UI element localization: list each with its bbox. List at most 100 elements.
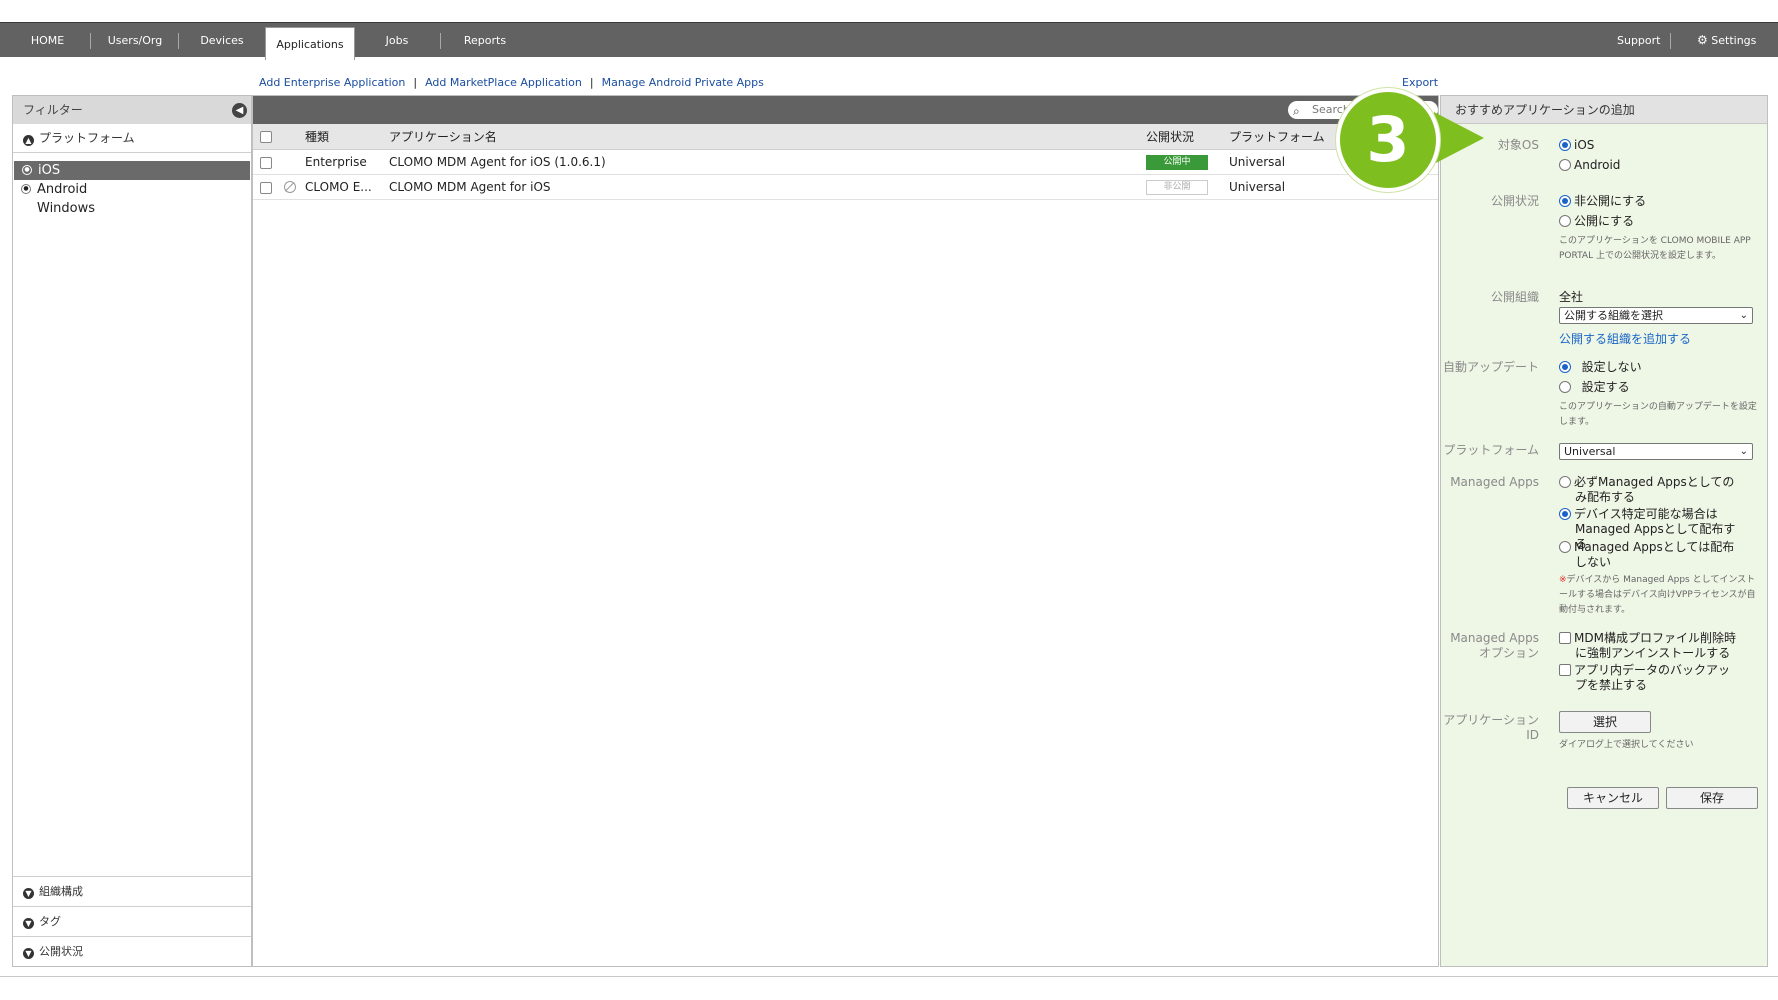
option-label: 設定する: [1581, 380, 1630, 394]
search-icon: ⌕: [1293, 104, 1300, 118]
managed-apps-label: Managed Apps: [1450, 475, 1539, 489]
app-id-label: アプリケーション ID: [1441, 713, 1539, 743]
cell-type: Enterprise: [305, 155, 367, 169]
filter-title: フィルター: [23, 103, 83, 117]
chevron-down-icon: ▼: [23, 888, 34, 899]
radio-not-managed[interactable]: Managed Appsとしては配布しない: [1559, 540, 1739, 570]
radio-button[interactable]: [1559, 195, 1571, 207]
radio-publish[interactable]: 公開にする: [1559, 214, 1634, 229]
platform-label: Android: [37, 182, 88, 197]
option-label: Managed Appsとしては配布しない: [1574, 540, 1735, 569]
label-line: ID: [1526, 728, 1539, 742]
managed-apps-option-label: Managed Apps オプション: [1441, 631, 1539, 661]
tab-applications[interactable]: Applications: [265, 27, 355, 60]
column-type[interactable]: 種類: [305, 124, 329, 150]
cell-type: CLOMO E...: [305, 180, 372, 194]
radio-button[interactable]: [1559, 541, 1571, 553]
option-label: 非公開にする: [1574, 194, 1647, 208]
chevron-down-icon: ▼: [23, 918, 34, 929]
column-app-name[interactable]: アプリケーション名: [389, 124, 497, 150]
table-row[interactable]: Enterprise CLOMO MDM Agent for iOS (1.0.…: [253, 150, 1438, 175]
select-value: 公開する組織を選択: [1564, 309, 1663, 322]
save-button[interactable]: 保存: [1666, 787, 1758, 809]
managed-apps-note: ※デバイスから Managed Apps としてインストールする場合はデバイス向…: [1559, 573, 1759, 618]
add-enterprise-application-link[interactable]: Add Enterprise Application: [259, 76, 405, 89]
radio-button[interactable]: [1559, 159, 1571, 171]
platform-item-ios[interactable]: ● iOS: [14, 161, 250, 180]
publish-section-header[interactable]: ▼ 公開状況: [13, 936, 251, 966]
checkbox-disable-backup[interactable]: アプリ内データのバックアップを禁止する: [1559, 663, 1739, 693]
radio-unpublish[interactable]: 非公開にする: [1559, 194, 1646, 209]
tab-home[interactable]: HOME: [10, 23, 85, 58]
table-row[interactable]: CLOMO E... CLOMO MDM Agent for iOS 非公開 U…: [253, 175, 1438, 200]
filter-panel: フィルター ◀ ▲ プラットフォーム ● iOS ● Android Windows …: [12, 95, 252, 967]
tab-devices[interactable]: Devices: [183, 23, 261, 58]
radio-auto-update-off[interactable]: 設定しない: [1559, 360, 1642, 375]
radio-button[interactable]: [1559, 139, 1571, 151]
cell-app-name[interactable]: CLOMO MDM Agent for iOS: [389, 175, 551, 200]
collapse-panel-icon[interactable]: ◀: [232, 103, 247, 118]
support-link[interactable]: Support: [1617, 23, 1660, 58]
top-navigation: HOME Users/Org Devices Applications Jobs…: [0, 22, 1778, 60]
tag-section-header[interactable]: ▼ タグ: [13, 906, 251, 936]
cancel-button[interactable]: キャンセル: [1567, 787, 1659, 809]
tab-reports[interactable]: Reports: [450, 23, 520, 58]
platform-select[interactable]: Universal ⌄: [1559, 443, 1753, 460]
label-line: Managed Apps: [1450, 631, 1539, 645]
step-marker-pointer: [1434, 112, 1484, 164]
radio-button[interactable]: [1559, 476, 1571, 488]
manage-android-private-apps-link[interactable]: Manage Android Private Apps: [602, 76, 764, 89]
checkbox[interactable]: [1559, 664, 1571, 676]
radio-button[interactable]: [1559, 361, 1571, 373]
option-label: Android: [1574, 158, 1621, 172]
select-all-checkbox[interactable]: [260, 131, 272, 143]
org-section-header[interactable]: ▼ 組織構成: [13, 876, 251, 906]
checkbox-force-uninstall[interactable]: MDM構成プロファイル削除時に強制アンインストールする: [1559, 631, 1739, 661]
section-label: 組織構成: [39, 885, 83, 898]
column-platform[interactable]: プラットフォーム: [1229, 124, 1325, 150]
org-value: 全社: [1559, 290, 1584, 304]
radio-auto-update-on[interactable]: 設定する: [1559, 380, 1630, 395]
status-badge: 非公開: [1146, 180, 1208, 195]
tab-users-org[interactable]: Users/Org: [95, 23, 175, 58]
row-checkbox[interactable]: [260, 157, 272, 169]
org-select[interactable]: 公開する組織を選択 ⌄: [1559, 307, 1753, 324]
auto-update-note: このアプリケーションの自動アップデートを設定します。: [1559, 402, 1757, 427]
platform-item-windows[interactable]: Windows: [13, 199, 251, 218]
status-badge: 公開中: [1146, 155, 1208, 170]
cell-platform: Universal: [1229, 180, 1286, 194]
radio-managed-only[interactable]: 必ずManaged Appsとしてのみ配布する: [1559, 475, 1739, 505]
export-link[interactable]: Export: [1402, 76, 1438, 89]
radio-ios[interactable]: iOS: [1559, 138, 1594, 153]
option-label: iOS: [1574, 138, 1595, 152]
option-label: 公開にする: [1574, 214, 1635, 228]
radio-button[interactable]: [1559, 508, 1571, 520]
platform-item-android[interactable]: ● Android: [13, 180, 251, 199]
tab-jobs[interactable]: Jobs: [362, 23, 432, 58]
step-number-badge: 3: [1336, 88, 1440, 192]
settings-link[interactable]: ⚙ Settings: [1697, 23, 1756, 58]
checkbox[interactable]: [1559, 632, 1571, 644]
label-line: アプリケーション: [1443, 713, 1539, 727]
option-label: 必ずManaged Appsとしてのみ配布する: [1574, 475, 1735, 504]
add-recommended-app-panel: おすすめアプリケーションの追加 対象OS iOS Android 公開状況 非公…: [1440, 95, 1768, 967]
column-status[interactable]: 公開状況: [1146, 124, 1194, 150]
add-org-link[interactable]: 公開する組織を追加する: [1559, 330, 1691, 347]
circle-icon: ●: [21, 184, 31, 194]
radio-button[interactable]: [1559, 215, 1571, 227]
link-separator: |: [589, 76, 594, 89]
platform-section-header[interactable]: ▲ プラットフォーム: [13, 124, 251, 153]
platform-label: Windows: [37, 201, 96, 216]
chevron-down-icon: ⌄: [1739, 310, 1748, 321]
tab-divider: [178, 33, 179, 49]
select-app-id-button[interactable]: 選択: [1559, 711, 1651, 733]
chevron-up-icon: ▲: [23, 135, 34, 146]
cell-app-name[interactable]: CLOMO MDM Agent for iOS (1.0.6.1): [389, 150, 606, 175]
radio-button[interactable]: [1559, 381, 1571, 393]
platform-label: プラットフォーム: [1443, 443, 1539, 457]
radio-android[interactable]: Android: [1559, 158, 1620, 173]
settings-label: Settings: [1711, 34, 1757, 47]
auto-update-label: 自動アップデート: [1442, 360, 1539, 374]
row-checkbox[interactable]: [260, 182, 272, 194]
add-marketplace-application-link[interactable]: Add MarketPlace Application: [425, 76, 582, 89]
